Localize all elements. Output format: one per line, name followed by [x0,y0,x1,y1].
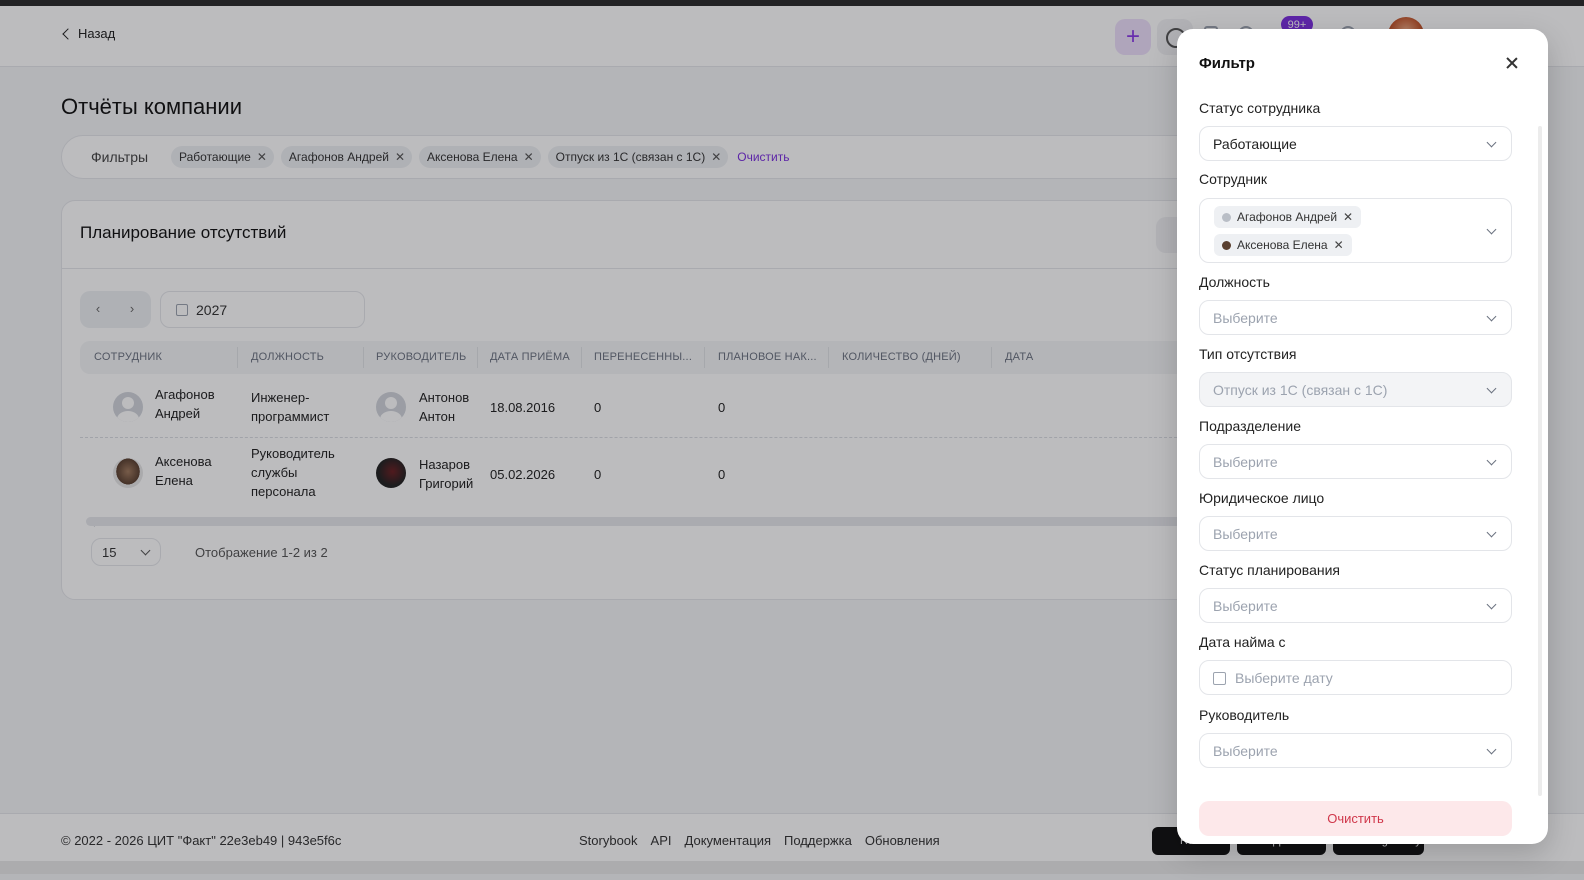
filter-drawer: Фильтр Статус сотрудника Работающие Сотр… [1177,29,1548,844]
employee-status-label: Статус сотрудника [1199,100,1321,116]
chevron-down-icon [1486,527,1497,538]
close-icon[interactable] [1502,53,1522,73]
calendar-icon [1213,672,1226,685]
position-select[interactable]: Выберите [1199,300,1512,335]
chevron-down-icon [1486,224,1497,235]
chevron-down-icon [1486,599,1497,610]
absence-type-select: Отпуск из 1С (связан с 1С) [1199,372,1512,407]
absence-type-label: Тип отсутствия [1199,346,1297,362]
employee-multiselect[interactable]: Агафонов Андрей ✕ Аксенова Елена ✕ [1199,198,1512,263]
manager-label: Руководитель [1199,707,1290,723]
legal-entity-label: Юридическое лицо [1199,490,1325,506]
drawer-scrollbar[interactable] [1538,126,1542,796]
chevron-down-icon [1486,744,1497,755]
department-label: Подразделение [1199,418,1302,434]
chevron-down-icon [1486,137,1497,148]
chevron-down-icon [1486,311,1497,322]
drawer-title: Фильтр [1199,55,1255,72]
department-select[interactable]: Выберите [1199,444,1512,479]
clear-filters-button[interactable]: Очистить [1199,801,1512,836]
chevron-down-icon [1486,455,1497,466]
selected-employee-chip: Агафонов Андрей ✕ [1214,206,1362,228]
close-icon[interactable]: ✕ [1334,238,1344,252]
legal-entity-select[interactable]: Выберите [1199,516,1512,551]
manager-select[interactable]: Выберите [1199,733,1512,768]
hire-date-from-picker[interactable]: Выберите дату [1199,660,1512,695]
avatar [1222,212,1231,222]
chevron-down-icon [1486,383,1497,394]
employee-label: Сотрудник [1199,171,1268,187]
selected-employee-chip: Аксенова Елена ✕ [1214,234,1352,256]
planning-status-select[interactable]: Выберите [1199,588,1512,623]
position-label: Должность [1199,274,1270,290]
close-icon[interactable]: ✕ [1343,210,1353,224]
hire-date-from-label: Дата найма с [1199,634,1286,650]
employee-status-select[interactable]: Работающие [1199,126,1512,161]
avatar [1222,240,1231,250]
planning-status-label: Статус планирования [1199,562,1341,578]
